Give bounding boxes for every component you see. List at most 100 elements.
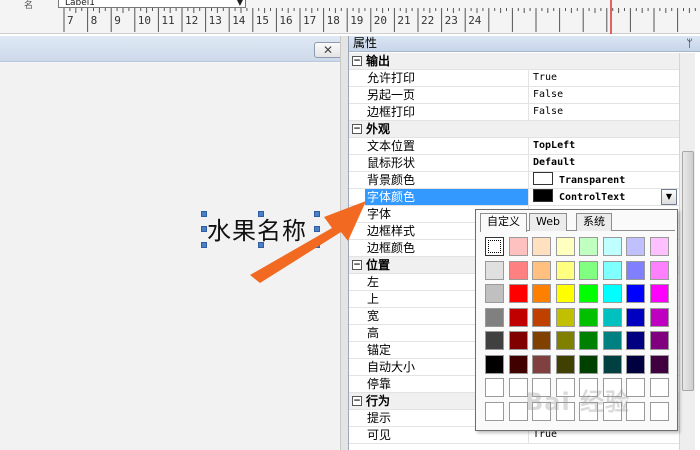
color-swatch[interactable] xyxy=(579,331,598,350)
category-appearance[interactable]: − 外观 xyxy=(349,121,679,138)
color-swatch[interactable] xyxy=(626,284,645,303)
property-value[interactable]: True xyxy=(531,70,557,86)
color-swatch[interactable] xyxy=(626,237,645,256)
color-swatch[interactable] xyxy=(649,378,669,397)
color-swatch[interactable] xyxy=(508,331,528,350)
property-row-bg-color[interactable]: 背景颜色 Transparent xyxy=(349,172,679,189)
property-value[interactable]: False xyxy=(531,104,563,120)
tab-custom[interactable]: 自定义 xyxy=(480,213,527,232)
color-swatch[interactable] xyxy=(649,307,669,327)
color-swatch[interactable] xyxy=(555,260,575,280)
color-swatch[interactable] xyxy=(602,284,622,303)
property-value-wrapper[interactable]: ControlText xyxy=(531,189,625,205)
color-swatch[interactable] xyxy=(532,284,551,303)
color-swatch[interactable] xyxy=(579,354,598,374)
color-swatch[interactable] xyxy=(532,307,551,327)
close-button[interactable]: ✕ xyxy=(314,42,342,58)
ruler-tick-label: 9 xyxy=(114,14,121,27)
property-value[interactable]: Default xyxy=(531,155,575,171)
color-swatch[interactable] xyxy=(649,237,669,256)
tab-system[interactable]: 系统 xyxy=(576,213,612,231)
color-swatch[interactable] xyxy=(649,354,669,374)
color-swatch[interactable] xyxy=(532,354,551,374)
vertical-scrollbar[interactable] xyxy=(679,53,695,450)
color-swatch[interactable] xyxy=(485,284,504,303)
color-swatch[interactable] xyxy=(579,260,598,280)
pin-icon[interactable]: ᛘ xyxy=(686,36,693,51)
color-swatch[interactable] xyxy=(579,307,598,327)
ruler-tick-label: 14 xyxy=(232,14,246,27)
color-swatch[interactable] xyxy=(579,237,598,256)
color-swatch[interactable] xyxy=(485,354,504,374)
color-swatch[interactable] xyxy=(508,307,528,327)
category-label: 行为 xyxy=(366,394,391,408)
color-swatch[interactable] xyxy=(508,237,528,256)
color-swatch[interactable] xyxy=(485,378,504,397)
property-row-border-print[interactable]: 边框打印 False xyxy=(349,104,679,121)
color-swatch[interactable] xyxy=(626,260,645,280)
tab-web[interactable]: Web xyxy=(529,213,567,231)
color-swatch[interactable] xyxy=(649,331,669,350)
color-swatch[interactable] xyxy=(649,260,669,280)
color-swatch[interactable] xyxy=(602,260,622,280)
color-swatch[interactable] xyxy=(602,237,622,256)
color-swatch[interactable] xyxy=(579,284,598,303)
color-swatch[interactable] xyxy=(626,354,645,374)
collapse-icon[interactable]: − xyxy=(352,396,362,406)
ruler-tick-label: 12 xyxy=(185,14,199,27)
property-row-cursor[interactable]: 鼠标形状 Default xyxy=(349,155,679,172)
color-swatch[interactable] xyxy=(602,307,622,327)
color-swatch[interactable] xyxy=(602,331,622,350)
property-value: Transparent xyxy=(559,175,626,186)
ruler-tick-label: 16 xyxy=(279,14,293,27)
color-swatch[interactable] xyxy=(555,284,575,303)
color-swatch[interactable] xyxy=(508,354,528,374)
resize-handle-w[interactable] xyxy=(201,226,207,232)
property-row-allow-print[interactable]: 允许打印 True xyxy=(349,70,679,87)
category-output[interactable]: − 输出 xyxy=(349,53,679,70)
property-name: 文本位置 xyxy=(365,138,529,154)
property-name: 字体颜色 xyxy=(365,189,529,205)
property-value-wrapper[interactable]: Transparent xyxy=(531,172,625,188)
color-swatch[interactable] xyxy=(626,331,645,350)
color-swatch[interactable] xyxy=(485,307,504,327)
color-swatch[interactable] xyxy=(555,354,575,374)
color-swatch[interactable] xyxy=(485,260,504,280)
color-swatch[interactable] xyxy=(485,331,504,350)
property-row-text-position[interactable]: 文本位置 TopLeft xyxy=(349,138,679,155)
property-row-font-color[interactable]: 字体颜色 ControlText ▼ xyxy=(349,189,679,206)
color-swatch[interactable] xyxy=(626,307,645,327)
dropdown-button[interactable]: ▼ xyxy=(661,189,677,205)
collapse-icon[interactable]: − xyxy=(352,56,362,66)
color-swatch[interactable] xyxy=(602,354,622,374)
watermark: Bai 经验 xyxy=(525,388,631,416)
resize-handle-nw[interactable] xyxy=(201,211,207,217)
color-swatch[interactable] xyxy=(508,284,528,303)
color-swatch[interactable] xyxy=(555,307,575,327)
ruler-tick-label: 17 xyxy=(303,14,317,27)
scrollbar-thumb[interactable] xyxy=(682,151,694,391)
color-swatch[interactable] xyxy=(532,260,551,280)
color-swatch[interactable] xyxy=(649,284,669,303)
ruler-tick-label: 19 xyxy=(350,14,364,27)
ruler-tick-label: 18 xyxy=(326,14,340,27)
color-swatch[interactable] xyxy=(532,237,551,256)
color-swatch[interactable] xyxy=(532,331,551,350)
property-name: 另起一页 xyxy=(365,87,529,103)
collapse-icon[interactable]: − xyxy=(352,124,362,134)
color-swatch[interactable] xyxy=(485,237,504,256)
control-selector-combo[interactable]: Label1 ▼ xyxy=(58,0,246,8)
color-swatch[interactable] xyxy=(649,401,669,421)
color-swatch[interactable] xyxy=(508,260,528,280)
property-name: 边框打印 xyxy=(365,104,529,120)
ruler-tick-label: 22 xyxy=(421,14,435,27)
chevron-down-icon[interactable]: ▼ xyxy=(237,0,243,7)
property-value[interactable]: TopLeft xyxy=(531,138,575,154)
color-swatch[interactable] xyxy=(485,401,504,421)
color-swatch[interactable] xyxy=(555,331,575,350)
color-swatch[interactable] xyxy=(555,237,575,256)
property-value[interactable]: False xyxy=(531,87,563,103)
annotation-arrow xyxy=(250,201,366,283)
property-row-new-page[interactable]: 另起一页 False xyxy=(349,87,679,104)
resize-handle-sw[interactable] xyxy=(201,242,207,248)
